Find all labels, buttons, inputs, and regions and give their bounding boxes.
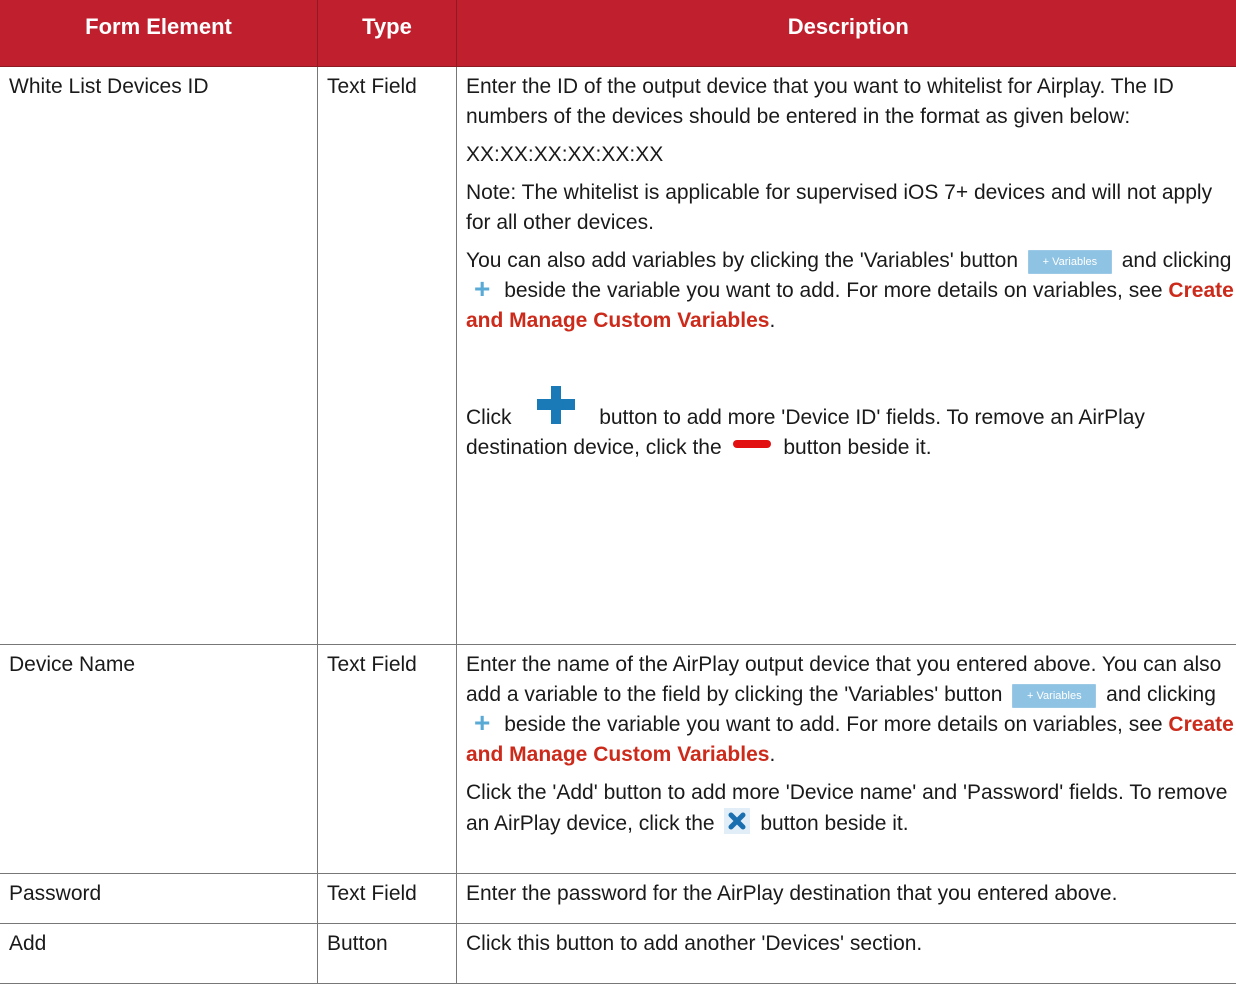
text-span: and clicking <box>1122 249 1232 272</box>
cell-description: Enter the password for the AirPlay desti… <box>457 874 1236 924</box>
form-elements-table: Form Element Type Description White List… <box>0 0 1236 984</box>
cell-type: Text Field <box>318 645 457 874</box>
description-text: Enter the name of the AirPlay output dev… <box>466 650 1236 770</box>
spacer <box>466 344 1236 386</box>
minus-red-icon[interactable] <box>733 440 771 448</box>
text-span: and clicking <box>1106 683 1216 706</box>
cell-element: Password <box>0 874 318 924</box>
description-add-remove: Click button to add more 'Device ID' fie… <box>466 386 1236 463</box>
cell-type: Text Field <box>318 67 457 645</box>
device-id-format: XX:XX:XX:XX:XX:XX <box>466 140 1236 170</box>
description-variables: You can also add variables by clicking t… <box>466 246 1236 336</box>
table-row: Add Button Click this button to add anot… <box>0 924 1236 984</box>
text-span: . <box>769 309 775 332</box>
cell-type: Text Field <box>318 874 457 924</box>
variables-button[interactable]: + Variables <box>1012 684 1096 708</box>
variables-button[interactable]: + Variables <box>1028 250 1112 274</box>
cell-description: Enter the ID of the output device that y… <box>457 67 1236 645</box>
cell-element: Add <box>0 924 318 984</box>
cell-element: White List Devices ID <box>0 67 318 645</box>
cell-type: Button <box>318 924 457 984</box>
text-span: beside the variable you want to add. For… <box>504 713 1162 736</box>
plus-icon: + <box>474 712 490 734</box>
text-span: button beside it. <box>760 812 908 835</box>
header-type: Type <box>318 0 457 67</box>
text-span: Click <box>466 406 512 429</box>
description-add: Click the 'Add' button to add more 'Devi… <box>466 778 1236 839</box>
text-span: You can also add variables by clicking t… <box>466 249 1018 272</box>
plus-icon: + <box>474 278 490 300</box>
header-description: Description <box>457 0 1236 67</box>
text-span: beside the variable you want to add. For… <box>504 279 1162 302</box>
text-span: . <box>769 743 775 766</box>
add-plus-icon[interactable] <box>537 386 575 424</box>
header-form-element: Form Element <box>0 0 318 67</box>
close-x-icon[interactable] <box>724 808 750 834</box>
description-text: Enter the ID of the output device that y… <box>466 72 1236 132</box>
table-row: Device Name Text Field Enter the name of… <box>0 645 1236 874</box>
cell-description: Click this button to add another 'Device… <box>457 924 1236 984</box>
table-row: Password Text Field Enter the password f… <box>0 874 1236 924</box>
cell-element: Device Name <box>0 645 318 874</box>
description-note: Note: The whitelist is applicable for su… <box>466 178 1236 238</box>
cell-description: Enter the name of the AirPlay output dev… <box>457 645 1236 874</box>
text-span: button beside it. <box>783 436 931 459</box>
header-row: Form Element Type Description <box>0 0 1236 67</box>
table-row: White List Devices ID Text Field Enter t… <box>0 67 1236 645</box>
